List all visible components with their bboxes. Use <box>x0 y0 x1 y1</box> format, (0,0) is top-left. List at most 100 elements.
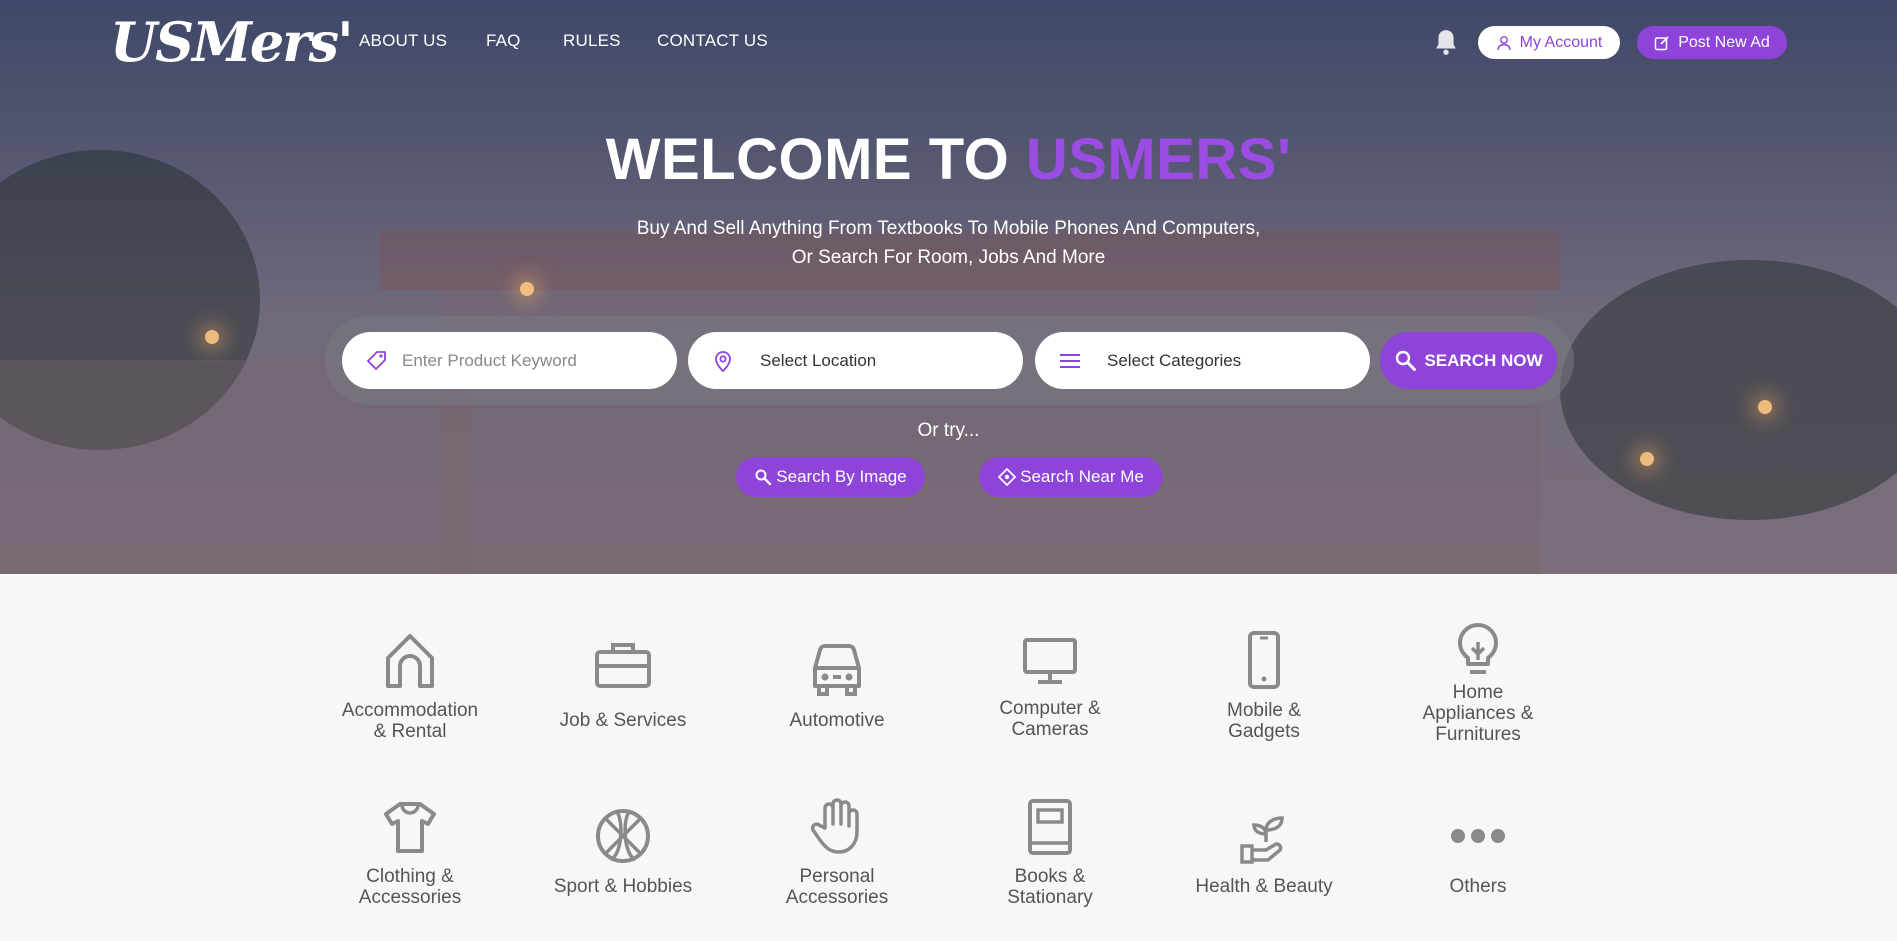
my-account-label: My Account <box>1519 33 1603 51</box>
background-lamp <box>520 282 534 296</box>
search-icon <box>1396 350 1417 371</box>
book-icon <box>1028 799 1072 855</box>
nav-faq[interactable]: FAQ <box>486 31 521 51</box>
category-label-line: Stationary <box>1007 887 1093 908</box>
category-label-line: Furnitures <box>1435 724 1521 745</box>
user-icon <box>1496 35 1511 50</box>
nav-about-us[interactable]: ABOUT US <box>359 31 447 51</box>
category-label-line: & Rental <box>373 721 447 742</box>
keyword-placeholder: Enter Product Keyword <box>402 350 577 370</box>
category-label: Clothing & Accessories <box>310 866 510 908</box>
plant-hand-icon <box>1240 816 1284 864</box>
category-label-line: Others <box>1449 876 1507 897</box>
hand-icon <box>810 798 859 854</box>
category-home-appliances-furnitures[interactable]: Home Appliances & Furnitures <box>1378 620 1578 745</box>
search-now-button[interactable]: SEARCH NOW <box>1380 332 1557 389</box>
monitor-icon <box>1023 638 1077 684</box>
category-grid: Accommodation & Rental Job & Services Au… <box>0 574 1897 941</box>
category-label: Accommodation & Rental <box>310 700 510 742</box>
nav-rules[interactable]: RULES <box>563 31 621 51</box>
search-by-image-button[interactable]: Search By Image <box>736 457 925 497</box>
category-label: Mobile & Gadgets <box>1164 700 1364 742</box>
background-lamp <box>205 330 219 344</box>
hero-subtitle: Buy And Sell Anything From Textbooks To … <box>0 214 1897 272</box>
tag-icon <box>367 350 386 370</box>
category-mobile-gadgets[interactable]: Mobile & Gadgets <box>1164 630 1364 742</box>
image-search-icon <box>755 469 772 486</box>
top-navigation: USMers' ABOUT US FAQ RULES CONTACT US My… <box>0 0 1897 86</box>
category-health-beauty[interactable]: Health & Beauty <box>1164 806 1364 897</box>
background-lamp <box>1758 400 1772 414</box>
phone-icon <box>1248 631 1280 689</box>
category-label-line: Books & <box>1014 866 1086 887</box>
site-logo[interactable]: USMers' <box>110 10 354 74</box>
category-accommodation-rental[interactable]: Accommodation & Rental <box>310 630 510 742</box>
shirt-icon <box>384 802 436 853</box>
category-others[interactable]: Others <box>1378 826 1578 897</box>
or-try-text: Or try... <box>917 420 980 441</box>
lightbulb-icon <box>1458 623 1498 674</box>
basketball-icon <box>596 809 650 863</box>
location-select[interactable]: Select Location <box>688 332 1023 389</box>
category-label-line: Automotive <box>789 710 885 731</box>
category-label-line: Job & Services <box>559 710 687 731</box>
crosshair-icon <box>998 468 1017 486</box>
category-label: Sport & Hobbies <box>523 876 723 897</box>
background-lamp <box>1640 452 1654 466</box>
category-label: Others <box>1378 876 1578 897</box>
category-label: Home Appliances & Furnitures <box>1378 682 1578 745</box>
menu-icon <box>1060 353 1080 368</box>
location-pin-icon <box>715 350 731 372</box>
category-books-stationary[interactable]: Books & Stationary <box>950 798 1150 908</box>
page-title: WELCOME TO USMERS' <box>0 126 1897 193</box>
category-automotive[interactable]: Automotive <box>737 640 937 731</box>
category-select[interactable]: Select Categories <box>1035 332 1370 389</box>
category-personal-accessories[interactable]: Personal Accessories <box>737 798 937 908</box>
category-label: Health & Beauty <box>1164 876 1364 897</box>
house-icon <box>386 634 434 688</box>
nav-contact-us[interactable]: CONTACT US <box>657 31 768 51</box>
category-label-line: Clothing & <box>366 866 454 887</box>
car-icon <box>813 644 861 696</box>
category-clothing-accessories[interactable]: Clothing & Accessories <box>310 800 510 908</box>
category-label: Personal Accessories <box>737 866 937 908</box>
keyword-input[interactable]: Enter Product Keyword <box>342 332 677 389</box>
search-by-image-label: Search By Image <box>776 467 907 486</box>
category-label: Select Categories <box>1107 350 1242 370</box>
category-job-services[interactable]: Job & Services <box>523 640 723 731</box>
category-label-line: Health & Beauty <box>1195 876 1333 897</box>
category-label-line: Appliances & <box>1422 703 1534 724</box>
category-label: Job & Services <box>523 710 723 731</box>
my-account-button[interactable]: My Account <box>1478 26 1620 59</box>
search-now-label: SEARCH NOW <box>1424 350 1543 370</box>
title-part-2: USMERS' <box>1025 127 1292 192</box>
bell-icon[interactable] <box>1433 28 1459 56</box>
category-label-line: Cameras <box>1011 719 1089 740</box>
post-new-ad-button[interactable]: Post New Ad <box>1637 26 1787 59</box>
briefcase-icon <box>595 643 651 688</box>
category-label-line: Accessories <box>358 887 462 908</box>
subtitle-line-1: Buy And Sell Anything From Textbooks To … <box>636 218 1261 239</box>
category-label-line: Computer & <box>999 698 1101 719</box>
background-tree <box>1560 260 1897 520</box>
category-label-line: Personal <box>799 866 875 887</box>
title-part-1: WELCOME TO <box>605 127 1026 192</box>
category-label-line: Gadgets <box>1228 721 1300 742</box>
category-sport-hobbies[interactable]: Sport & Hobbies <box>523 806 723 897</box>
post-new-ad-label: Post New Ad <box>1678 33 1770 51</box>
category-label-line: Home <box>1452 682 1504 703</box>
category-label-line: Mobile & <box>1227 700 1301 721</box>
search-near-me-label: Search Near Me <box>1020 467 1144 486</box>
subtitle-line-2: Or Search For Room, Jobs And More <box>791 247 1106 268</box>
location-label: Select Location <box>760 350 877 370</box>
category-label-line: Accommodation <box>341 700 479 721</box>
category-computer-cameras[interactable]: Computer & Cameras <box>950 636 1150 740</box>
edit-icon <box>1654 35 1669 50</box>
more-dots-icon <box>1451 829 1505 843</box>
category-label: Automotive <box>737 710 937 731</box>
hero-banner: USMers' ABOUT US FAQ RULES CONTACT US My… <box>0 0 1897 574</box>
category-label: Computer & Cameras <box>950 698 1150 740</box>
category-label-line: Sport & Hobbies <box>553 876 693 897</box>
category-label-line: Accessories <box>785 887 889 908</box>
search-near-me-button[interactable]: Search Near Me <box>979 457 1163 497</box>
